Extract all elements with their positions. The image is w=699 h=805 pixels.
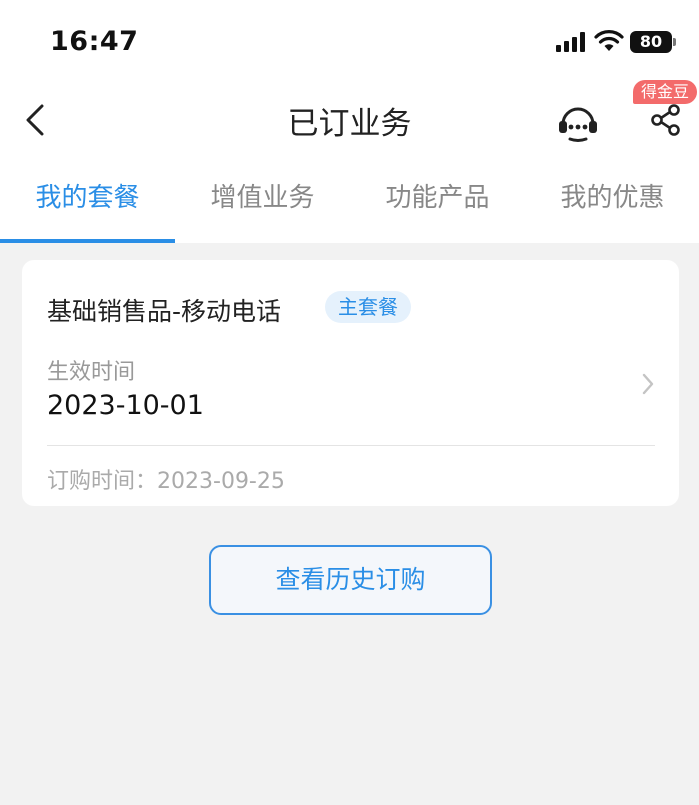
coin-badge[interactable]: 得金豆 bbox=[633, 80, 697, 104]
cellular-signal-icon bbox=[556, 32, 585, 52]
chevron-right-icon bbox=[642, 373, 654, 395]
status-time: 16:47 bbox=[50, 26, 139, 57]
status-bar: 16:47 80 bbox=[0, 0, 699, 86]
share-button[interactable] bbox=[648, 102, 684, 138]
effective-date: 2023-10-01 bbox=[47, 390, 204, 421]
effective-time-label: 生效时间 bbox=[47, 360, 136, 385]
tab-function-products[interactable]: 功能产品 bbox=[350, 168, 525, 243]
customer-service-headset-icon bbox=[559, 107, 597, 142]
order-time-value: 2023-09-25 bbox=[157, 469, 285, 494]
battery-indicator: 80 bbox=[630, 31, 672, 53]
customer-service-button[interactable] bbox=[556, 100, 600, 144]
tab-my-package[interactable]: 我的套餐 bbox=[0, 168, 175, 243]
share-icon bbox=[651, 104, 680, 136]
active-tab-indicator bbox=[0, 239, 175, 243]
tab-bar: 我的套餐 增值业务 功能产品 我的优惠 bbox=[0, 168, 699, 243]
package-name: 基础销售品-移动电话 bbox=[47, 297, 282, 326]
main-package-badge: 主套餐 bbox=[325, 291, 411, 323]
order-time-label: 订购时间： bbox=[47, 469, 158, 494]
wifi-icon bbox=[594, 30, 624, 51]
order-time-row: 订购时间：2023-09-25 bbox=[47, 463, 285, 495]
view-order-history-button[interactable]: 查看历史订购 bbox=[209, 545, 492, 615]
tab-my-discounts[interactable]: 我的优惠 bbox=[525, 168, 699, 243]
tab-value-added[interactable]: 增值业务 bbox=[175, 168, 350, 243]
chevron-left-icon bbox=[26, 104, 44, 136]
battery-tip bbox=[673, 38, 676, 46]
card-divider bbox=[47, 445, 655, 446]
package-card[interactable]: 基础销售品-移动电话 主套餐 生效时间 2023-10-01 订购时间：2023… bbox=[22, 260, 679, 506]
back-button[interactable] bbox=[20, 100, 52, 140]
